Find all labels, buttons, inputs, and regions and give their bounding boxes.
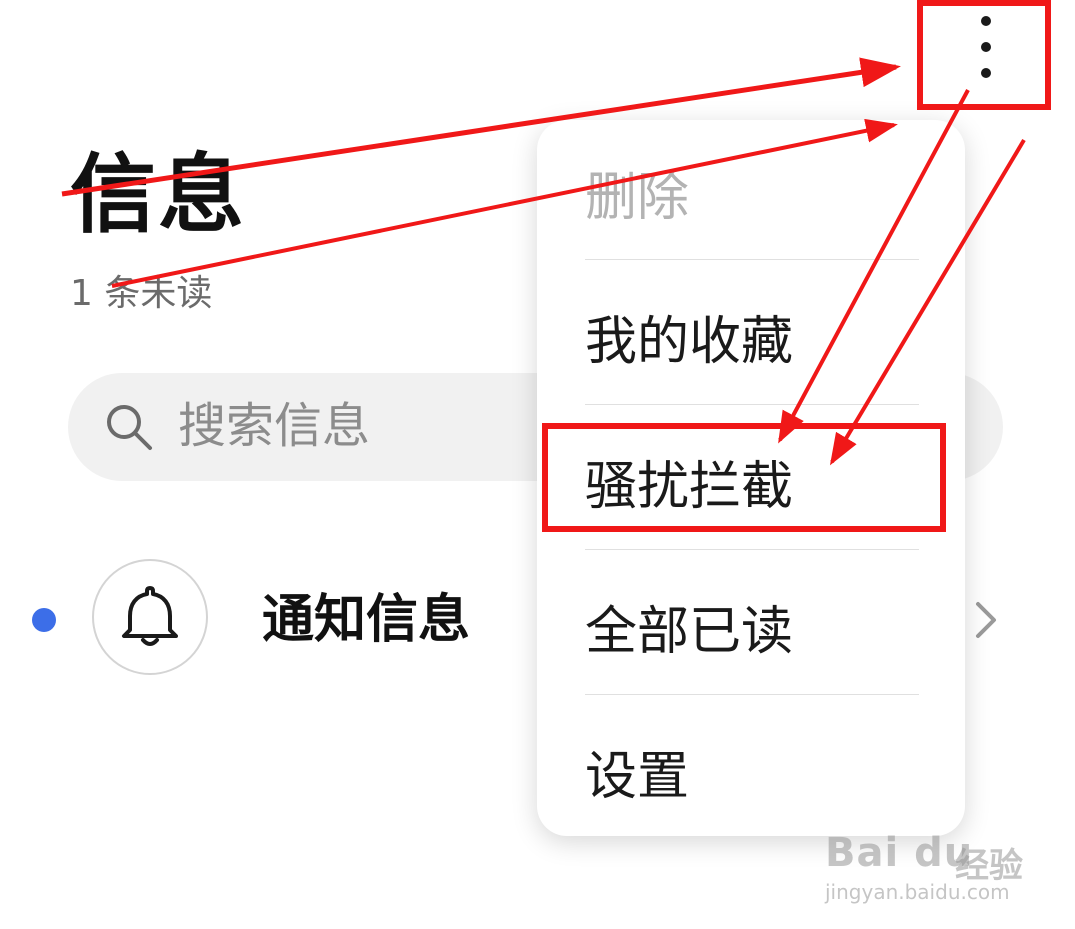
menu-divider	[585, 694, 919, 695]
menu-divider	[585, 404, 919, 405]
more-dot	[981, 16, 991, 26]
menu-item-delete[interactable]: 删除	[585, 120, 919, 264]
unread-count: 1 条未读	[70, 273, 213, 314]
more-dot	[981, 42, 991, 52]
menu-item-settings[interactable]: 设置	[585, 699, 919, 843]
baidu-watermark: Bai du 经验 jingyan.baidu.com	[825, 830, 1025, 910]
page-title: 信息	[70, 145, 246, 245]
menu-divider	[585, 259, 919, 260]
watermark-brand: Bai du	[825, 830, 974, 876]
avatar	[92, 559, 208, 675]
overflow-menu: 删除 我的收藏 骚扰拦截 全部已读 设置	[537, 120, 965, 836]
conversation-title: 通知信息	[262, 590, 471, 650]
search-input[interactable]: 搜索信息	[178, 400, 370, 453]
menu-divider	[585, 549, 919, 550]
watermark-url: jingyan.baidu.com	[825, 880, 1010, 904]
menu-item-favorites[interactable]: 我的收藏	[585, 264, 919, 408]
menu-item-spam-block[interactable]: 骚扰拦截	[585, 409, 919, 553]
unread-dot	[32, 608, 56, 632]
bell-icon	[122, 586, 178, 646]
search-icon	[107, 405, 152, 450]
more-options-button[interactable]	[960, 4, 1012, 94]
menu-item-mark-all-read[interactable]: 全部已读	[585, 554, 919, 698]
chevron-right-icon	[976, 602, 996, 638]
more-dot	[981, 68, 991, 78]
